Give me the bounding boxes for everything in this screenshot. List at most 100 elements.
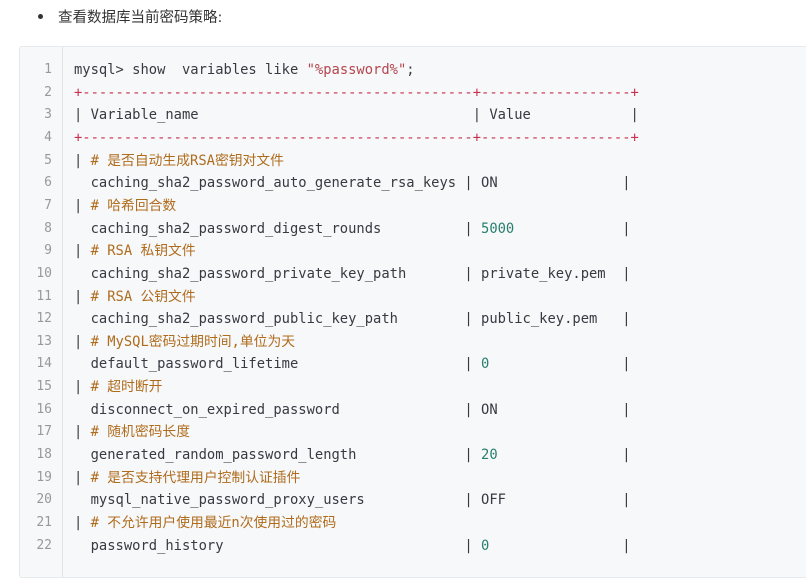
code-line: 16 disconnect_on_expired_password | ON | <box>20 399 806 422</box>
code-token: caching_sha2_password_digest_rounds | <box>74 220 482 237</box>
code-token: disconnect_on_expired_password | ON | <box>74 401 631 418</box>
line-number: 5 <box>44 152 52 168</box>
bullet-item: 查看数据库当前密码策略: <box>38 4 222 28</box>
separator-token: +---------------------------------------… <box>74 84 639 101</box>
code-token: caching_sha2_password_auto_generate_rsa_… <box>74 175 631 192</box>
code-token: | <box>74 243 91 260</box>
line-number: 20 <box>36 492 52 508</box>
code-line: 15 | # 超时断开 <box>20 376 806 399</box>
code-text: | # 超时断开 <box>74 376 162 399</box>
separator-token: +---------------------------------------… <box>74 129 639 146</box>
code-line: 9 | # RSA 私钥文件 <box>20 240 806 263</box>
code-token: generated_random_password_length | <box>74 447 482 464</box>
number-token: 5000 <box>481 220 515 237</box>
bullet-text: 查看数据库当前密码策略: <box>58 9 223 26</box>
code-block: 1 mysql> show variables like "%password%"… <box>19 46 806 578</box>
code-text: +---------------------------------------… <box>74 82 639 105</box>
line-number: 18 <box>36 447 52 463</box>
code-text: | # RSA 公钥文件 <box>74 286 196 309</box>
comment-token: # RSA 公钥文件 <box>90 288 196 305</box>
code-line: 1 mysql> show variables like "%password%"… <box>20 59 806 82</box>
code-line: 8 caching_sha2_password_digest_rounds | … <box>20 218 806 241</box>
string-token: "%password%" <box>306 62 407 78</box>
code-token: | <box>74 152 91 169</box>
code-text: +---------------------------------------… <box>74 127 639 150</box>
code-token: | <box>489 356 631 373</box>
code-text: | # 是否自动生成RSA密钥对文件 <box>74 150 284 173</box>
number-token: 20 <box>481 447 498 464</box>
code-token: | Variable_name | Value | <box>74 107 639 124</box>
code-text: | Variable_name | Value | <box>74 104 639 127</box>
line-number: 22 <box>36 537 52 553</box>
code-text: | # 是否支持代理用户控制认证插件 <box>74 467 300 490</box>
code-text: disconnect_on_expired_password | ON | <box>74 399 631 422</box>
code-token: caching_sha2_password_private_key_path |… <box>74 265 631 282</box>
code-line: 4 +--------------------------------------… <box>20 127 806 150</box>
line-number: 19 <box>36 469 52 485</box>
line-number: 14 <box>36 356 52 372</box>
bullet-dot-icon <box>38 13 43 19</box>
code-line: 12 caching_sha2_password_public_key_path… <box>20 308 806 331</box>
comment-token: # MySQL密码过期时间,单位为天 <box>90 333 296 350</box>
comment-token: # 哈希回合数 <box>90 197 177 214</box>
line-number: 1 <box>44 62 52 77</box>
line-number: 12 <box>36 311 52 327</box>
comment-token: # 随机密码长度 <box>90 424 191 441</box>
line-number: 21 <box>36 515 52 530</box>
line-number: 4 <box>44 129 52 145</box>
line-number: 9 <box>44 243 52 259</box>
line-number: 8 <box>44 220 52 236</box>
code-text: | # 随机密码长度 <box>74 421 190 444</box>
code-token: caching_sha2_password_public_key_path | … <box>74 311 631 328</box>
code-text: mysql> show variables like "%password%"; <box>74 59 415 82</box>
code-token: mysql> show variables like <box>74 62 307 78</box>
line-number: 13 <box>36 333 52 349</box>
line-number: 17 <box>36 424 52 440</box>
code-text: | # RSA 私钥文件 <box>74 240 196 263</box>
line-number: 10 <box>36 265 52 281</box>
code-token: | <box>489 537 631 554</box>
code-line: 11 | # RSA 公钥文件 <box>20 286 806 309</box>
comment-token: # 是否自动生成RSA密钥对文件 <box>90 152 284 169</box>
comment-token: # RSA 私钥文件 <box>90 243 196 260</box>
code-token: | <box>514 220 631 237</box>
code-line: 22 password_history | 0 | <box>20 535 806 558</box>
line-number: 6 <box>44 175 52 191</box>
line-number: 16 <box>36 401 52 417</box>
code-line: 21 | # 不允许用户使用最近n次使用过的密码 <box>20 512 806 535</box>
code-text: mysql_native_password_proxy_users | OFF … <box>74 489 631 512</box>
code-text: | # MySQL密码过期时间,单位为天 <box>74 331 295 354</box>
line-number: 2 <box>44 84 52 100</box>
code-text: caching_sha2_password_private_key_path |… <box>74 263 631 286</box>
code-line: 20 mysql_native_password_proxy_users | O… <box>20 489 806 512</box>
code-line: 5 | # 是否自动生成RSA密钥对文件 <box>20 150 806 173</box>
code-line: 18 generated_random_password_length | 20… <box>20 444 806 467</box>
comment-token: # 不允许用户使用最近n次使用过的密码 <box>90 515 337 531</box>
code-line: 3 | Variable_name | Value | <box>20 104 806 127</box>
code-token: | <box>74 197 91 214</box>
code-text: | # 哈希回合数 <box>74 195 176 218</box>
code-line: 10 caching_sha2_password_private_key_pat… <box>20 263 806 286</box>
code-token: | <box>74 515 91 531</box>
code-text: caching_sha2_password_auto_generate_rsa_… <box>74 172 631 195</box>
code-token: | <box>74 424 91 441</box>
code-token: | <box>74 288 91 305</box>
code-token: default_password_lifetime | <box>74 356 482 373</box>
code-line: 19 | # 是否支持代理用户控制认证插件 <box>20 467 806 490</box>
comment-token: # 是否支持代理用户控制认证插件 <box>90 469 301 486</box>
code-token: | <box>497 447 631 464</box>
code-line: 6 caching_sha2_password_auto_generate_rs… <box>20 172 806 195</box>
code-text: | # 不允许用户使用最近n次使用过的密码 <box>74 512 336 535</box>
code-text: caching_sha2_password_digest_rounds | 50… <box>74 218 631 241</box>
code-text: caching_sha2_password_public_key_path | … <box>74 308 631 331</box>
code-token: mysql_native_password_proxy_users | OFF … <box>74 492 631 509</box>
code-token: | <box>74 379 91 396</box>
line-number: 3 <box>44 107 52 123</box>
code-line: 13 | # MySQL密码过期时间,单位为天 <box>20 331 806 354</box>
code-text: default_password_lifetime | 0 | <box>74 353 631 376</box>
code-token: | <box>74 469 91 486</box>
line-number: 7 <box>44 197 52 213</box>
code-token: password_history | <box>74 537 482 554</box>
line-number: 15 <box>36 379 52 395</box>
code-text: generated_random_password_length | 20 | <box>74 444 631 467</box>
